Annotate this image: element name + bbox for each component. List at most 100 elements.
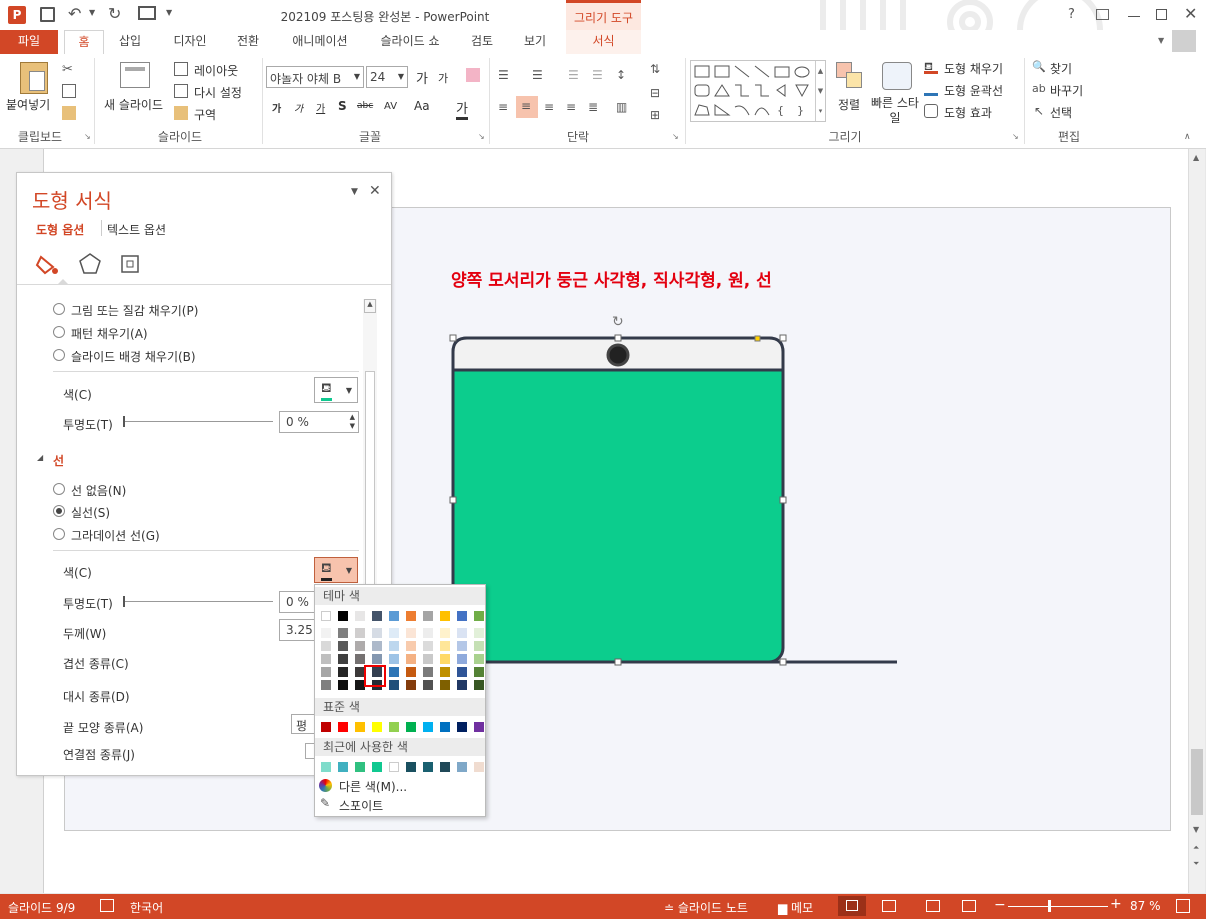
shape-fill-button[interactable]: 도형 채우기 — [944, 60, 1003, 77]
theme-shade-swatch[interactable] — [457, 680, 467, 690]
align-left-icon[interactable]: ≡ — [498, 100, 512, 114]
theme-color-swatch[interactable] — [474, 611, 484, 621]
format-painter-icon[interactable] — [62, 106, 76, 120]
dialog-launcher-icon[interactable]: ↘ — [84, 132, 98, 146]
device-body-shape[interactable] — [451, 336, 785, 664]
tab-file[interactable]: 파일 — [0, 30, 58, 54]
italic-button[interactable]: 가 — [294, 100, 303, 115]
recent-color-swatch[interactable] — [355, 762, 365, 772]
close-button[interactable]: ✕ — [1184, 4, 1197, 23]
language-indicator[interactable]: 한국어 — [130, 899, 163, 916]
recent-color-swatch[interactable] — [321, 762, 331, 772]
theme-color-swatch[interactable] — [440, 611, 450, 621]
theme-shade-swatch[interactable] — [355, 654, 365, 664]
recent-color-swatch[interactable] — [423, 762, 433, 772]
theme-shade-swatch[interactable] — [474, 641, 484, 651]
theme-shade-swatch[interactable] — [372, 628, 382, 638]
recent-color-swatch[interactable] — [406, 762, 416, 772]
find-button[interactable]: 찾기 — [1050, 60, 1072, 77]
theme-shade-swatch[interactable] — [440, 680, 450, 690]
underline-button[interactable]: 가 — [316, 100, 325, 115]
tab-transitions[interactable]: 전환 — [228, 30, 268, 54]
theme-shade-swatch[interactable] — [389, 667, 399, 677]
standard-color-swatch[interactable] — [389, 722, 399, 732]
tab-shape-options[interactable]: 도형 옵션 — [36, 221, 84, 238]
theme-shade-swatch[interactable] — [457, 654, 467, 664]
align-center-button[interactable]: ≡ — [516, 96, 538, 118]
fill-color-button[interactable]: ⛾ ▼ — [314, 377, 358, 403]
ribbon-display-icon[interactable] — [1096, 9, 1109, 20]
quick-styles-button[interactable]: 빠른 스타일 — [870, 96, 920, 126]
line-color-button[interactable]: ⛾ ▼ — [314, 557, 358, 583]
layout-button[interactable]: 레이아웃 — [194, 62, 238, 79]
previous-slide-icon[interactable]: ⏶ — [1193, 843, 1199, 853]
tab-format[interactable]: 서식 — [566, 30, 641, 54]
theme-shade-swatch[interactable] — [406, 680, 416, 690]
recent-color-swatch[interactable] — [474, 762, 484, 772]
scroll-up-icon[interactable]: ▲ — [1193, 153, 1199, 162]
start-slideshow-icon[interactable] — [138, 6, 156, 20]
text-direction-icon[interactable]: ⇅ — [650, 62, 664, 76]
theme-shade-swatch[interactable] — [440, 641, 450, 651]
theme-shade-swatch[interactable] — [338, 641, 348, 651]
justify-icon[interactable]: ≡ — [566, 100, 580, 114]
radio-picture-fill[interactable] — [53, 303, 65, 315]
select-button[interactable]: 선택 — [1050, 104, 1072, 121]
save-icon[interactable] — [40, 7, 55, 22]
new-slide-icon[interactable] — [120, 62, 150, 88]
theme-shade-swatch[interactable] — [321, 654, 331, 664]
shape-outline-button[interactable]: 도형 윤곽선 — [944, 82, 1003, 99]
collapse-ribbon-icon[interactable]: ∧ — [1184, 132, 1198, 146]
radio-slide-bg-fill[interactable] — [53, 349, 65, 361]
maximize-button[interactable] — [1156, 9, 1167, 20]
arrange-button[interactable]: 정렬 — [838, 96, 860, 113]
font-color-button[interactable]: 가 — [456, 98, 468, 120]
theme-shade-swatch[interactable] — [406, 628, 416, 638]
new-slide-button[interactable]: 새 슬라이드 — [104, 96, 163, 113]
standard-color-swatch[interactable] — [355, 722, 365, 732]
next-slide-icon[interactable]: ⏷ — [1193, 859, 1199, 869]
theme-shade-swatch[interactable] — [457, 628, 467, 638]
font-size-dropdown[interactable]: 24 ▼ — [366, 66, 408, 88]
theme-shade-swatch[interactable] — [389, 641, 399, 651]
standard-color-swatch[interactable] — [423, 722, 433, 732]
theme-shade-swatch[interactable] — [474, 667, 484, 677]
device-shape-group[interactable]: ↻ — [440, 310, 910, 680]
rotate-handle-icon[interactable]: ↻ — [612, 314, 624, 330]
undo-dropdown-icon[interactable]: ▼ — [89, 8, 95, 17]
radio-gradient-line[interactable] — [53, 528, 65, 540]
zoom-level[interactable]: 87 % — [1130, 899, 1161, 913]
theme-shade-swatch[interactable] — [321, 641, 331, 651]
tab-view[interactable]: 보기 — [515, 30, 555, 54]
fit-to-window-icon[interactable] — [1176, 899, 1190, 913]
theme-shade-swatch[interactable] — [321, 628, 331, 638]
slide-title[interactable]: 양쪽 모서리가 둥근 사각형, 직사각형, 원, 선 — [451, 266, 772, 291]
theme-shade-swatch[interactable] — [355, 641, 365, 651]
radio-no-line[interactable] — [53, 483, 65, 495]
line-width-input[interactable]: 3.25 — [279, 619, 319, 641]
arrange-icon[interactable] — [836, 62, 862, 88]
redo-icon[interactable]: ↻ — [108, 4, 121, 23]
recent-color-swatch[interactable] — [389, 762, 399, 772]
strikethrough-button[interactable]: abc — [357, 101, 373, 111]
theme-shade-swatch[interactable] — [338, 654, 348, 664]
vertical-scrollbar[interactable]: ▲ ▼ ⏶ ⏷ — [1188, 149, 1205, 893]
theme-shade-swatch[interactable] — [423, 654, 433, 664]
theme-shade-swatch[interactable] — [474, 654, 484, 664]
pane-close-icon[interactable]: ✕ — [369, 183, 381, 199]
theme-shade-swatch[interactable] — [372, 654, 382, 664]
eyedropper-item[interactable]: ✎ 스포이트 — [317, 796, 483, 814]
radio-pattern-fill[interactable] — [53, 326, 65, 338]
slide-sorter-icon[interactable] — [882, 900, 896, 912]
standard-color-swatch[interactable] — [338, 722, 348, 732]
spelling-icon[interactable] — [100, 899, 114, 912]
pane-options-icon[interactable]: ▼ — [351, 187, 358, 197]
slide-counter[interactable]: 슬라이드 9/9 — [8, 899, 75, 916]
tab-animations[interactable]: 애니메이션 — [280, 30, 360, 54]
font-name-dropdown[interactable]: 야놀자 야체 B ▼ — [266, 66, 364, 88]
reset-button[interactable]: 다시 설정 — [194, 84, 242, 101]
tab-home[interactable]: 홈 — [64, 30, 104, 54]
account-avatar[interactable] — [1172, 30, 1196, 52]
theme-shade-swatch[interactable] — [389, 628, 399, 638]
bold-button[interactable]: 가 — [272, 100, 281, 115]
